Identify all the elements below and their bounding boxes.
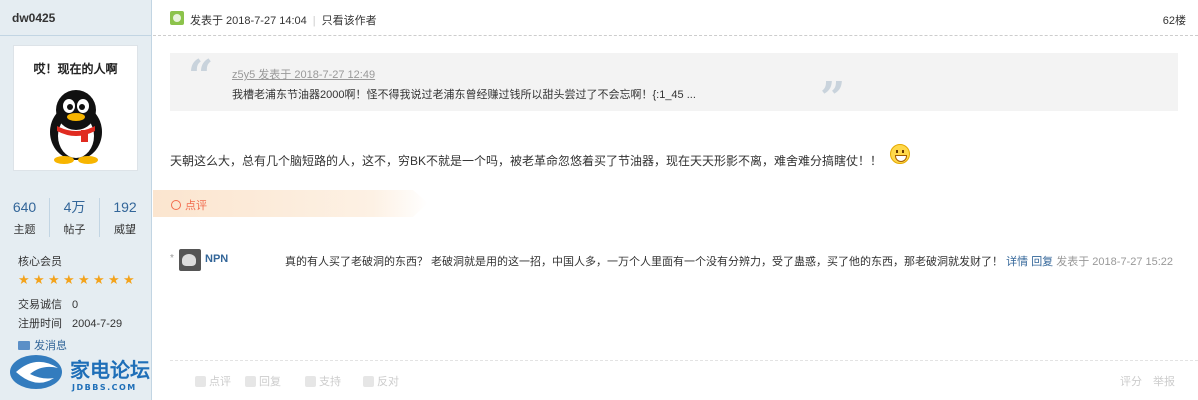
comment-circle-icon — [171, 200, 181, 210]
grin-emoji-icon — [890, 144, 911, 164]
online-status-icon — [170, 11, 184, 25]
thumb-up-icon — [305, 375, 316, 387]
rate-action[interactable]: 点评 — [195, 373, 231, 389]
author-name[interactable]: dw0425 — [12, 11, 55, 25]
post-header: 发表于 2018-7-27 14:04 | 只看该作者 62楼 — [153, 0, 1198, 36]
reply-icon — [245, 375, 256, 387]
avatar[interactable]: 哎！现在的人啊 — [13, 45, 138, 171]
stat-posts[interactable]: 4万 帖子 — [50, 198, 100, 237]
stat-label: 帖子 — [63, 224, 86, 236]
watermark-en: JDBBS.COM — [71, 383, 137, 392]
comments-title: 点评 — [171, 197, 207, 213]
author-header: dw0425 — [0, 0, 151, 36]
thumb-down-icon — [363, 375, 374, 387]
report-label: 举报 — [1153, 376, 1175, 388]
comment-time: 发表于 2018-7-27 15:22 — [1056, 256, 1174, 268]
star-icon: ★ — [93, 272, 105, 287]
reply-action[interactable]: 回复 — [245, 373, 281, 389]
star-icon: ★ — [48, 272, 60, 287]
commenter-avatar[interactable] — [179, 249, 201, 271]
comment-body: 真的有人买了老破洞的东西？ 老破洞就是用的这一招，中国人多，一万个人里面有一个没… — [285, 256, 1004, 268]
stat-value: 192 — [113, 199, 137, 215]
trade-label: 交易诚信 — [18, 299, 62, 311]
user-rank[interactable]: 核心会员 — [18, 253, 62, 269]
author-sidebar: dw0425 哎！现在的人啊 640 主题 4万 帖子 192 威望 核心会员 … — [0, 0, 152, 400]
star-icon: ★ — [123, 272, 135, 287]
trade-value[interactable]: 0 — [72, 299, 78, 311]
post-body: 发表于 2018-7-27 14:04 | 只看该作者 62楼 “ z5y5 发表于… — [153, 0, 1198, 400]
comments-label: 点评 — [185, 200, 207, 212]
star-icon: ★ — [108, 272, 120, 287]
penguin-icon — [50, 90, 102, 164]
report-action[interactable]: 举报 — [1153, 373, 1175, 389]
close-quote-icon: ” — [820, 73, 846, 124]
score-action[interactable]: 评分 — [1120, 373, 1142, 389]
post-time: 发表于 2018-7-27 14:04 — [190, 15, 307, 27]
floor-number[interactable]: 62楼 — [1163, 12, 1186, 28]
reply-label: 回复 — [259, 376, 281, 388]
post-text: 天朝这么大，总有几个脑短路的人，这不，穷BK不就是一个吗，被老革命忽悠着买了节油… — [170, 153, 883, 168]
register-value: 2004-7-29 — [72, 318, 123, 330]
comments-header: 点评 — [153, 190, 428, 217]
register-label: 注册时间 — [18, 318, 62, 330]
oppose-action[interactable]: 反对 — [363, 373, 399, 389]
commenter-name[interactable]: NPN — [205, 253, 228, 265]
quote-text: 我槽老浦东节油器2000啊！怪不得我说过老浦东曾经赚过钱所以甜头尝过了不会忘啊！… — [232, 89, 696, 101]
author-stats: 640 主题 4万 帖子 192 威望 — [0, 198, 152, 237]
trade-credit: 交易诚信 0 — [18, 296, 78, 312]
rank-stars: ★ ★ ★ ★ ★ ★ ★ ★ — [18, 273, 137, 286]
jdbbs-watermark-logo: 家电论坛 JDBBS.COM — [10, 355, 150, 392]
rate-icon — [195, 375, 206, 387]
post-actions: 点评 回复 支持 反对 评分 举报 — [170, 360, 1198, 396]
rate-label: 点评 — [209, 376, 231, 388]
stat-value: 640 — [12, 199, 37, 215]
stat-prestige[interactable]: 192 威望 — [100, 198, 150, 237]
post-content: 天朝这么大，总有几个脑短路的人，这不，穷BK不就是一个吗，被老革命忽悠着买了节油… — [170, 144, 911, 170]
bullet-icon: * — [170, 253, 174, 264]
star-icon: ★ — [18, 272, 30, 287]
only-author-link[interactable]: 只看该作者 — [322, 15, 377, 27]
register-date: 注册时间 2004-7-29 — [18, 315, 122, 331]
mail-icon — [18, 340, 30, 350]
comment-detail-link[interactable]: 详情 — [1006, 256, 1028, 268]
stat-label: 主题 — [13, 224, 36, 236]
oppose-label: 反对 — [377, 376, 399, 388]
comment-text: 真的有人买了老破洞的东西？ 老破洞就是用的这一招，中国人多，一万个人里面有一个没… — [285, 251, 1175, 274]
quote-block: “ z5y5 发表于 2018-7-27 12:49 我槽老浦东节油器2000啊… — [170, 51, 1178, 121]
stat-value: 4万 — [63, 199, 86, 215]
comment-reply-link[interactable]: 回复 — [1031, 256, 1053, 268]
stat-label: 威望 — [114, 224, 136, 236]
quote-author[interactable]: z5y5 发表于 2018-7-27 12:49 — [232, 66, 375, 82]
post-meta: 发表于 2018-7-27 14:04 | 只看该作者 — [190, 12, 377, 28]
avatar-caption: 哎！现在的人啊 — [33, 62, 118, 76]
meta-divider: | — [312, 15, 316, 27]
support-action[interactable]: 支持 — [305, 373, 341, 389]
star-icon: ★ — [78, 272, 90, 287]
watermark-cn: 家电论坛 — [70, 358, 150, 382]
stat-threads[interactable]: 640 主题 — [0, 198, 50, 237]
open-quote-icon: “ — [188, 51, 214, 102]
star-icon: ★ — [33, 272, 45, 287]
score-label: 评分 — [1120, 376, 1142, 388]
support-label: 支持 — [319, 376, 341, 388]
star-icon: ★ — [63, 272, 75, 287]
